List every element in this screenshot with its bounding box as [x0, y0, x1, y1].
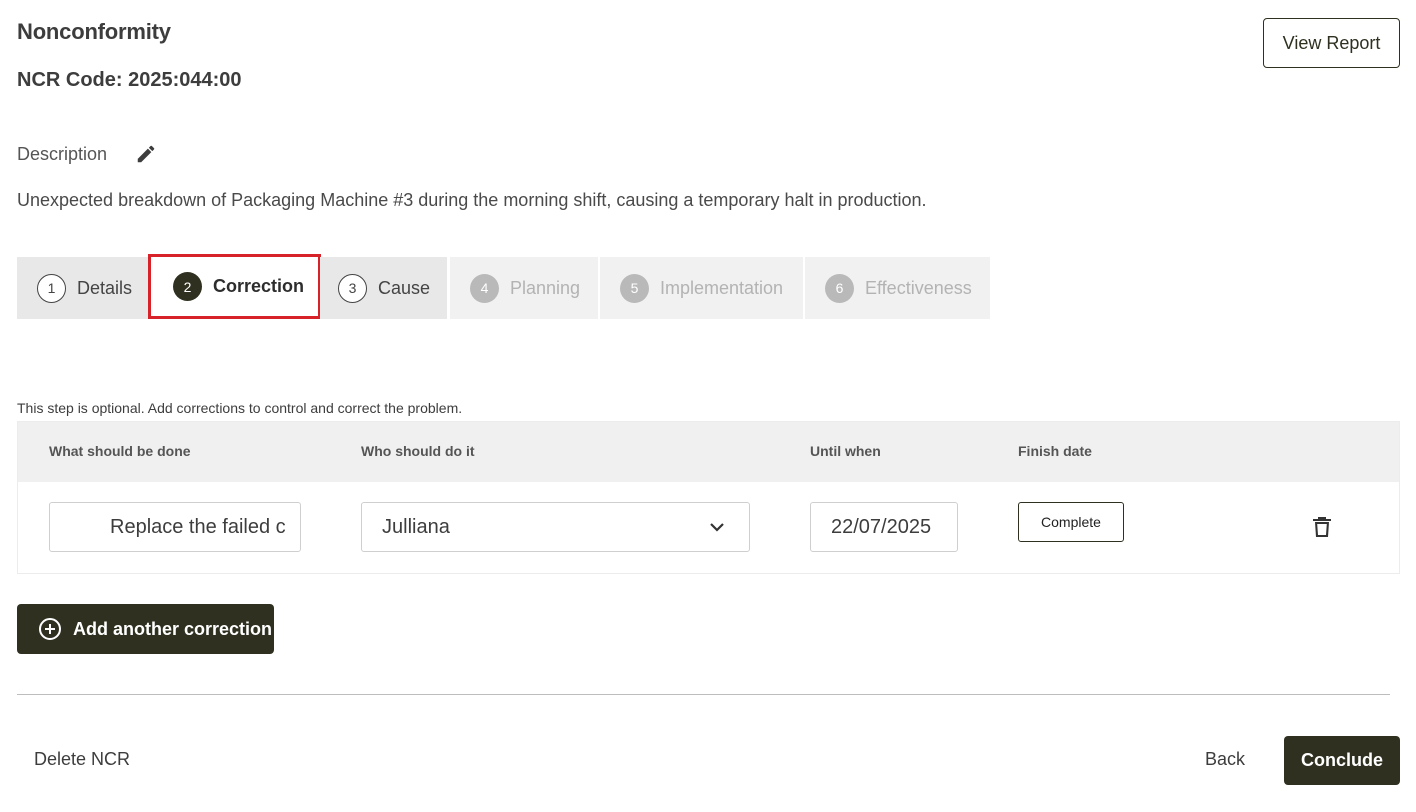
description-text: Unexpected breakdown of Packaging Machin… — [17, 190, 927, 210]
corrections-table: What should be done Who should do it Unt… — [17, 421, 1400, 574]
description-label: Description — [17, 144, 108, 164]
ncr-code: NCR Code: 2025:044:00 — [17, 69, 242, 91]
step-number-badge: 2 — [173, 272, 202, 301]
who-should-do-it-select[interactable]: Julliana — [361, 502, 750, 552]
delete-ncr-button[interactable]: Delete NCR — [34, 749, 130, 770]
pencil-icon[interactable] — [135, 143, 157, 165]
tab-label: Planning — [510, 277, 581, 298]
chevron-down-icon — [710, 523, 724, 532]
step-number-badge: 1 — [37, 273, 66, 303]
trash-icon[interactable] — [1311, 515, 1333, 539]
column-header: Who should do it — [361, 443, 475, 459]
input-value: Replace the failed c — [110, 515, 286, 538]
view-report-button[interactable]: View Report — [1263, 18, 1400, 68]
until-when-date-input[interactable]: 22/07/2025 — [810, 502, 958, 552]
tab-details[interactable]: 1 Details — [17, 257, 149, 319]
step-number-badge: 4 — [470, 273, 499, 303]
plus-circle-icon — [39, 618, 61, 640]
tab-correction[interactable]: 2 Correction — [148, 254, 321, 319]
tab-label: Cause — [378, 277, 431, 298]
step-number-badge: 3 — [338, 273, 367, 303]
tab-implementation[interactable]: 5 Implementation — [600, 257, 803, 319]
tab-cause[interactable]: 3 Cause — [320, 257, 447, 319]
step-number-badge: 6 — [825, 273, 854, 303]
column-header: Finish date — [1018, 443, 1092, 459]
tab-effectiveness[interactable]: 6 Effectiveness — [805, 257, 990, 319]
page-title: Nonconformity — [17, 19, 171, 44]
tab-label: Implementation — [660, 277, 784, 298]
tab-label: Effectiveness — [865, 277, 972, 298]
divider — [17, 694, 1390, 695]
what-should-be-done-input[interactable]: Replace the failed c — [49, 502, 301, 552]
conclude-button[interactable]: Conclude — [1284, 736, 1400, 785]
column-header: Until when — [810, 443, 881, 459]
tab-label: Correction — [213, 276, 305, 296]
add-correction-label: Add another correction — [73, 618, 273, 639]
step-number-badge: 5 — [620, 273, 649, 303]
table-header: What should be done Who should do it Unt… — [18, 422, 1399, 482]
tab-planning[interactable]: 4 Planning — [450, 257, 598, 319]
column-header: What should be done — [49, 443, 191, 459]
tab-label: Details — [77, 277, 133, 298]
step-hint: This step is optional. Add corrections t… — [17, 400, 463, 416]
back-button[interactable]: Back — [1205, 749, 1245, 770]
select-value: Julliana — [382, 515, 450, 538]
date-value: 22/07/2025 — [831, 515, 932, 538]
add-correction-button[interactable]: Add another correction — [17, 604, 274, 654]
complete-button[interactable]: Complete — [1018, 502, 1124, 542]
